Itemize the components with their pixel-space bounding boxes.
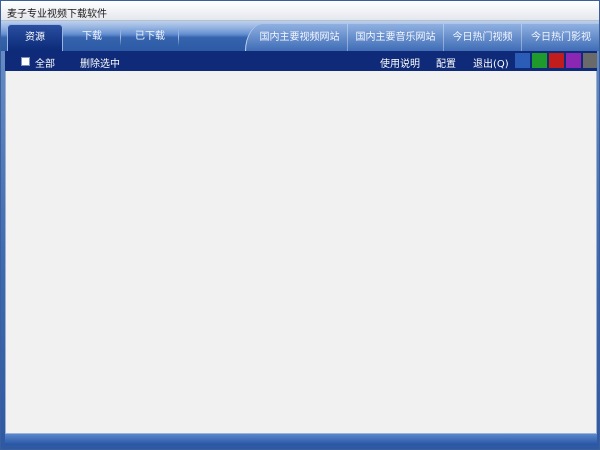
theme-swatch-red[interactable] — [549, 53, 564, 68]
tab-video-sites-label: 国内主要视频网站 — [259, 32, 340, 43]
tab-resources[interactable]: 资源 — [7, 24, 63, 51]
tab-resources-label: 资源 — [25, 32, 45, 43]
theme-swatch-green[interactable] — [532, 53, 547, 68]
tab-downloaded-label: 已下载 — [135, 31, 165, 42]
tab-hot-videos[interactable]: 今日热门视频 — [444, 24, 522, 51]
title-bar[interactable]: 麦子专业视频下载软件 — [1, 1, 599, 21]
toolbar: 全部 删除选中 使用说明 配置 退出(Q) — [5, 51, 597, 71]
exit-button[interactable]: 退出(Q) — [473, 55, 509, 70]
tab-bar: 资源 下载 已下载 国内主要视频网站 国内主要音乐网站 今日热门视频 今日热门影… — [1, 21, 599, 51]
tab-download-label: 下载 — [82, 31, 102, 42]
config-button[interactable]: 配置 — [436, 55, 456, 70]
tab-hot-movies-label: 今日热门影视 — [531, 32, 591, 43]
tab-downloaded[interactable]: 已下载 — [121, 24, 179, 51]
select-all-label[interactable]: 全部 — [35, 55, 55, 70]
tab-download[interactable]: 下载 — [63, 24, 121, 51]
resource-list-area[interactable] — [5, 71, 597, 433]
tab-video-sites[interactable]: 国内主要视频网站 — [252, 24, 348, 51]
tab-music-sites[interactable]: 国内主要音乐网站 — [348, 24, 444, 51]
status-bar — [5, 433, 597, 445]
theme-swatch-blue[interactable] — [515, 53, 530, 68]
tab-hot-movies[interactable]: 今日热门影视 — [522, 24, 600, 51]
delete-selected-button[interactable]: 删除选中 — [80, 55, 120, 70]
theme-swatch-purple[interactable] — [566, 53, 581, 68]
help-button[interactable]: 使用说明 — [380, 55, 420, 70]
window-title: 麦子专业视频下载软件 — [7, 9, 107, 20]
tab-music-sites-label: 国内主要音乐网站 — [355, 32, 436, 43]
app-window: 麦子专业视频下载软件 资源 下载 已下载 国内主要视频网站 国内主要音乐网站 今… — [0, 0, 600, 450]
theme-swatch-gray[interactable] — [583, 53, 597, 68]
select-all-checkbox[interactable] — [21, 57, 30, 66]
tab-hot-videos-label: 今日热门视频 — [452, 32, 513, 43]
site-link-tabs: 国内主要视频网站 国内主要音乐网站 今日热门视频 今日热门影视 — [245, 24, 599, 51]
